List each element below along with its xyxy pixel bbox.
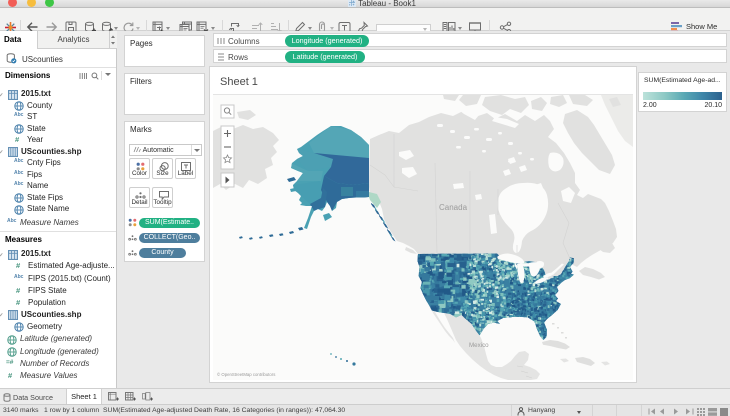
svg-text:© OpenStreetMap contributors: © OpenStreetMap contributors [217, 372, 275, 377]
svg-text:Canada: Canada [439, 203, 468, 212]
svg-text:Mexico: Mexico [469, 342, 489, 349]
